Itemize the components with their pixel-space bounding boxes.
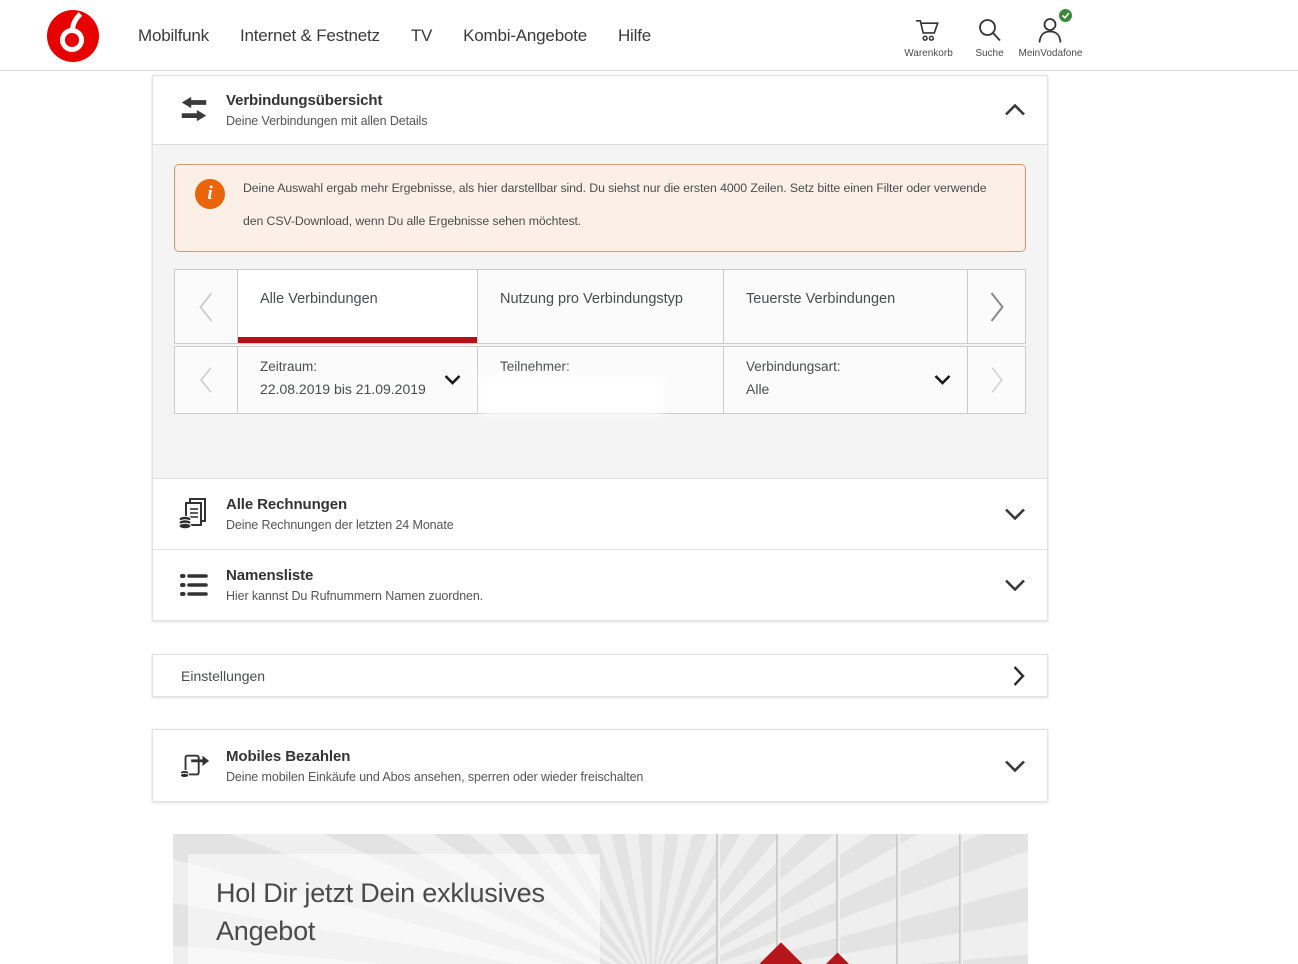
banner-red-ornament (758, 942, 804, 964)
filter-verbindungsart-label: Verbindungsart: (746, 359, 841, 374)
search-icon (977, 13, 1003, 43)
tabs-scroll-left-button[interactable] (175, 270, 237, 343)
mobile-pay-texts: Mobiles Bezahlen Deine mobilen Einkäufe … (226, 748, 643, 784)
filters-scroll-right-button[interactable] (967, 347, 1025, 413)
chevron-left-icon (200, 367, 212, 393)
nav-item-kombi-angebote[interactable]: Kombi-Angebote (463, 26, 587, 46)
main-nav: Mobilfunk Internet & Festnetz TV Kombi-A… (138, 0, 651, 71)
nav-item-hilfe[interactable]: Hilfe (618, 26, 651, 46)
cart-button[interactable]: Warenkorb (898, 13, 959, 59)
redacted-teilnehmer-value (486, 380, 658, 410)
accordion-card: Verbindungsübersicht Deine Verbindungen … (152, 75, 1048, 621)
chevron-down-icon[interactable] (1005, 508, 1025, 520)
main-content: Verbindungsübersicht Deine Verbindungen … (152, 75, 1048, 964)
section-alle-rechnungen[interactable]: Alle Rechnungen Deine Rechnungen der let… (153, 478, 1047, 549)
notice-text: Deine Auswahl ergab mehr Ergebnisse, als… (243, 181, 987, 228)
results-limit-notice: i Deine Auswahl ergab mehr Ergebnisse, a… (174, 164, 1026, 252)
chevron-up-icon[interactable] (1005, 104, 1025, 116)
mobile-pay-subtitle: Deine mobilen Einkäufe und Abos ansehen,… (226, 769, 644, 784)
settings-card[interactable]: Einstellungen (152, 654, 1048, 697)
account-button[interactable]: MeinVodafone (1018, 9, 1083, 59)
chevron-down-icon (934, 375, 951, 386)
report-tabs: Alle Verbindungen Nutzung pro Verbindung… (174, 269, 1026, 344)
header-actions: Warenkorb Suche MeinVodafone (898, 9, 1083, 59)
search-label: Suche (975, 48, 1004, 59)
namelist-subtitle: Hier kannst Du Rufnummern Namen zuordnen… (226, 589, 484, 603)
chevron-right-icon[interactable] (1013, 665, 1025, 686)
cart-label: Warenkorb (904, 48, 953, 59)
filter-verbindungsart-dropdown[interactable]: Verbindungsart: Alle (723, 347, 967, 413)
mobile-payment-icon (176, 751, 212, 781)
chevron-down-icon[interactable] (1005, 760, 1025, 772)
chevron-right-icon (990, 367, 1003, 393)
bullet-list-icon (176, 571, 212, 599)
section-mobiles-bezahlen[interactable]: Mobiles Bezahlen Deine mobilen Einkäufe … (153, 730, 1047, 801)
nav-item-mobilfunk[interactable]: Mobilfunk (138, 26, 209, 46)
banner-text-panel: Hol Dir jetzt Dein exklusives Angebot (188, 854, 600, 964)
vodafone-logo-icon[interactable] (47, 10, 99, 62)
section-namensliste[interactable]: Namensliste Hier kannst Du Rufnummern Na… (153, 549, 1047, 620)
chevron-right-icon (990, 291, 1004, 322)
settings-label: Einstellungen (181, 667, 266, 684)
tab-alle-verbindungen[interactable]: Alle Verbindungen (237, 270, 477, 343)
filter-zeitraum-dropdown[interactable]: Zeitraum: 22.08.2019 bis 21.09.2019 (237, 347, 477, 413)
logged-in-check-icon (1058, 9, 1072, 22)
banner-title: Hol Dir jetzt Dein exklusives Angebot (188, 854, 600, 950)
namelist-title: Namensliste (226, 567, 314, 584)
chevron-left-icon (199, 291, 213, 322)
transfer-arrows-icon (176, 94, 212, 126)
banner-ribbon-divider (896, 834, 900, 964)
section-connection-overview-header[interactable]: Verbindungsübersicht Deine Verbindungen … (153, 76, 1047, 144)
mobile-pay-title: Mobiles Bezahlen (226, 747, 351, 765)
filter-zeitraum-label: Zeitraum: (260, 359, 318, 374)
banner-red-ornament (825, 952, 850, 964)
banner-title-line1: Hol Dir jetzt Dein exklusives (216, 878, 545, 908)
filter-teilnehmer-label: Teilnehmer: (500, 359, 570, 374)
connection-overview-body: i Deine Auswahl ergab mehr Ergebnisse, a… (153, 144, 1047, 478)
account-label: MeinVodafone (1018, 48, 1083, 59)
invoices-texts: Alle Rechnungen Deine Rechnungen der let… (226, 496, 454, 532)
tab-teuerste-verbindungen[interactable]: Teuerste Verbindungen (723, 270, 967, 343)
nav-item-internet-festnetz[interactable]: Internet & Festnetz (240, 26, 380, 46)
banner-title-line2: Angebot (216, 916, 316, 946)
info-icon: i (195, 179, 225, 209)
invoices-subtitle: Deine Rechnungen der letzten 24 Monate (226, 518, 454, 532)
banner-ribbon-divider (959, 834, 963, 964)
filter-teilnehmer-dropdown[interactable]: Teilnehmer: (477, 347, 723, 413)
banner-ribbon-divider (836, 834, 840, 964)
top-navigation-bar: Mobilfunk Internet & Festnetz TV Kombi-A… (0, 0, 1298, 71)
chevron-down-icon[interactable] (1005, 579, 1025, 591)
filters-scroll-left-button[interactable] (175, 347, 237, 413)
nav-item-tv[interactable]: TV (411, 26, 433, 46)
chevron-down-icon (444, 375, 461, 386)
tab-nutzung-pro-verbindungstyp[interactable]: Nutzung pro Verbindungstyp (477, 270, 723, 343)
overview-title: Verbindungsübersicht (226, 92, 383, 109)
overview-header-texts: Verbindungsübersicht Deine Verbindungen … (226, 92, 427, 128)
overview-subtitle: Deine Verbindungen mit allen Details (226, 114, 428, 128)
user-icon (1036, 9, 1072, 43)
promo-banner[interactable]: Hol Dir jetzt Dein exklusives Angebot (173, 834, 1028, 964)
mobile-pay-card: Mobiles Bezahlen Deine mobilen Einkäufe … (152, 729, 1048, 802)
invoices-title: Alle Rechnungen (226, 496, 348, 513)
filter-bar: Zeitraum: 22.08.2019 bis 21.09.2019 Teil… (174, 346, 1026, 414)
search-button[interactable]: Suche (959, 13, 1020, 59)
invoice-coins-icon (176, 497, 212, 531)
banner-ribbon-divider (716, 834, 720, 964)
tabs-scroll-right-button[interactable] (967, 270, 1025, 343)
namelist-texts: Namensliste Hier kannst Du Rufnummern Na… (226, 567, 483, 603)
cart-icon (914, 13, 943, 43)
